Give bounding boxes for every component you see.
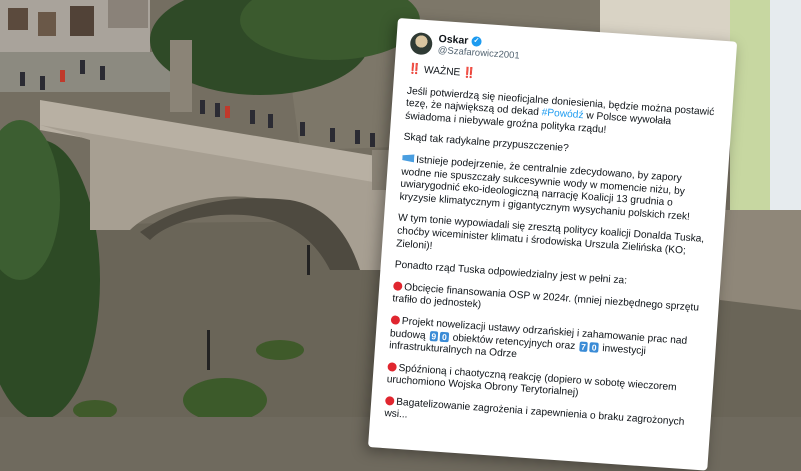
red-circle-icon [390,315,401,325]
red-circle-icon [387,361,397,372]
avatar[interactable] [409,31,434,55]
tweet-card-wrapper: Oskar ✓ @Szafarowicz2001 ‼️ WAŻNE ‼️ Jeś… [368,18,738,471]
double-exclamation-icon: ‼️ [408,63,422,76]
headline-text: WAŻNE [423,64,461,79]
red-circle-icon [384,395,395,406]
keycap-digit-icon: 0 [439,331,450,342]
tweet-card: Oskar ✓ @Szafarowicz2001 ‼️ WAŻNE ‼️ Jeś… [368,18,738,471]
double-exclamation-icon: ‼️ [462,67,477,80]
keycap-digit-icon: 0 [589,341,599,353]
keycap-digit-icon: 7 [578,340,589,352]
verified-badge-icon: ✓ [470,36,482,47]
tweet-paragraph-3: Istnieje podejrzenie, że centralnie zdec… [399,154,691,223]
hashtag-link[interactable]: #Powódź [541,107,584,121]
keycap-digit-icon: 9 [429,330,439,342]
megaphone-icon [402,154,415,163]
red-circle-icon [393,281,403,291]
